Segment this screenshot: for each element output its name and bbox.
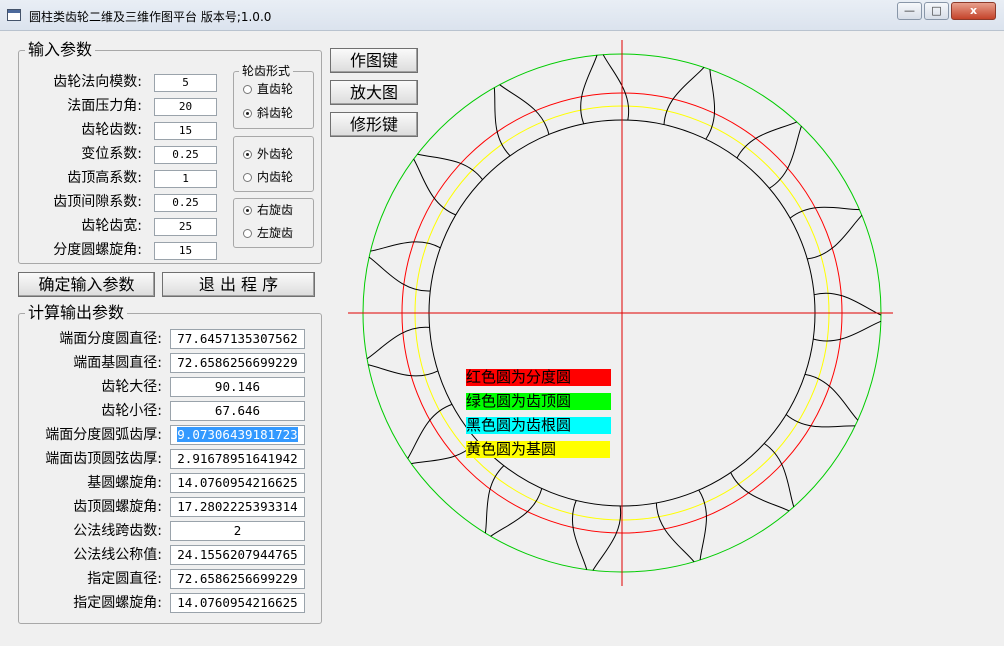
radio-helical[interactable]: 斜齿轮 <box>243 106 293 120</box>
output-field-6[interactable]: 14.0760954216625 <box>170 473 305 493</box>
tooth-form-group <box>233 71 314 129</box>
legend-item-0: 红色圆为分度圆 <box>466 369 611 386</box>
gear-tooth <box>413 153 483 216</box>
radio-internal-dot[interactable] <box>243 173 252 182</box>
gear-tooth <box>571 500 622 571</box>
input-label-3: 变位系数: <box>81 146 142 162</box>
output-field-9[interactable]: 24.1556207944765 <box>170 545 305 565</box>
output-value-2: 90.146 <box>214 379 261 394</box>
input-field-6[interactable]: 25 <box>154 218 217 236</box>
input-field-2[interactable]: 15 <box>154 122 217 140</box>
input-label-6: 齿轮齿宽: <box>81 218 142 234</box>
radio-external-label: 外齿轮 <box>257 147 294 161</box>
output-value-4: 9.07306439181723 <box>177 427 298 442</box>
radio-external[interactable]: 外齿轮 <box>243 147 293 161</box>
output-label-11: 指定圆螺旋角: <box>73 595 162 611</box>
output-field-4[interactable]: 9.07306439181723 <box>170 425 305 445</box>
close-button[interactable]: x <box>951 2 996 20</box>
exit-program-button[interactable]: 退 出 程 序 <box>162 272 315 297</box>
title-bar: 圆柱类齿轮二维及三维作图平台 版本号;1.0.0 — □ x <box>0 0 1004 31</box>
radio-internal[interactable]: 内齿轮 <box>243 170 293 184</box>
legend-item-1: 绿色圆为齿顶圆 <box>466 393 611 410</box>
gear-tooth <box>785 373 859 428</box>
maximize-button[interactable]: □ <box>924 2 949 20</box>
gear-tooth <box>813 292 882 342</box>
radio-right-hand[interactable]: 右旋齿 <box>243 203 293 217</box>
output-field-10[interactable]: 72.6586256699229 <box>170 569 305 589</box>
output-field-8[interactable]: 2 <box>170 521 305 541</box>
output-label-0: 端面分度圆直径: <box>59 331 162 347</box>
gear-tooth <box>580 54 630 124</box>
output-value-9: 24.1556207944765 <box>177 547 298 562</box>
input-field-3[interactable]: 0.25 <box>154 146 217 164</box>
output-value-3: 67.646 <box>214 403 261 418</box>
radio-helical-label: 斜齿轮 <box>257 106 294 120</box>
radio-straight-label: 直齿轮 <box>257 82 294 96</box>
input-field-1[interactable]: 20 <box>154 98 217 116</box>
output-label-6: 基圆螺旋角: <box>87 475 162 491</box>
radio-straight-dot[interactable] <box>243 85 252 94</box>
output-label-5: 端面齿顶圆弦齿厚: <box>45 451 162 467</box>
input-field-5[interactable]: 0.25 <box>154 194 217 212</box>
output-field-11[interactable]: 14.0760954216625 <box>170 593 305 613</box>
output-label-1: 端面基圆直径: <box>73 355 162 371</box>
output-label-8: 公法线跨齿数: <box>73 523 162 539</box>
input-field-4[interactable]: 1 <box>154 170 217 188</box>
output-value-0: 77.6457135307562 <box>177 331 298 346</box>
gear-tooth <box>366 326 439 377</box>
tooth-form-title: 轮齿形式 <box>239 64 294 78</box>
output-field-1[interactable]: 72.6586256699229 <box>170 353 305 373</box>
radio-left-label: 左旋齿 <box>257 226 294 240</box>
output-label-10: 指定圆直径: <box>87 571 162 587</box>
confirm-input-button[interactable]: 确定输入参数 <box>18 272 155 297</box>
input-group-title: 输入参数 <box>25 41 96 59</box>
output-label-3: 齿轮小径: <box>101 403 162 419</box>
output-group-title: 计算输出参数 <box>25 304 128 322</box>
output-value-5: 2.91678951641942 <box>177 451 298 466</box>
window-title: 圆柱类齿轮二维及三维作图平台 版本号;1.0.0 <box>29 10 272 24</box>
app-icon <box>7 9 21 21</box>
input-label-7: 分度圆螺旋角: <box>53 242 142 258</box>
input-label-1: 法面压力角: <box>67 98 142 114</box>
output-label-9: 公法线公称值: <box>73 547 162 563</box>
gear-tooth <box>655 489 707 563</box>
output-label-4: 端面分度圆弧齿厚: <box>45 427 162 443</box>
radio-helical-dot[interactable] <box>243 109 252 118</box>
radio-straight[interactable]: 直齿轮 <box>243 82 293 96</box>
output-field-0[interactable]: 77.6457135307562 <box>170 329 305 349</box>
gear-drawing <box>348 40 893 586</box>
output-value-11: 14.0760954216625 <box>177 595 298 610</box>
gear-tooth <box>730 443 795 512</box>
radio-right-dot[interactable] <box>243 206 252 215</box>
minimize-button[interactable]: — <box>897 2 922 20</box>
output-field-2[interactable]: 90.146 <box>170 377 305 397</box>
legend-item-3: 黄色圆为基圆 <box>466 441 610 458</box>
radio-internal-label: 内齿轮 <box>257 170 294 184</box>
input-label-2: 齿轮齿数: <box>81 122 142 138</box>
output-value-8: 2 <box>233 523 242 538</box>
radio-right-label: 右旋齿 <box>257 203 294 217</box>
legend-item-2: 黑色圆为齿根圆 <box>466 417 611 434</box>
output-value-1: 72.6586256699229 <box>177 355 298 370</box>
input-label-4: 齿顶高系数: <box>67 170 142 186</box>
input-label-5: 齿顶间隙系数: <box>53 194 142 210</box>
output-label-2: 齿轮大径: <box>101 379 162 395</box>
output-field-7[interactable]: 17.2802225393314 <box>170 497 305 517</box>
gear-tooth <box>368 241 441 292</box>
output-value-6: 14.0760954216625 <box>177 475 298 490</box>
radio-left-dot[interactable] <box>243 229 252 238</box>
input-label-0: 齿轮法向模数: <box>53 74 142 90</box>
output-label-7: 齿顶圆螺旋角: <box>73 499 162 515</box>
radio-external-dot[interactable] <box>243 150 252 159</box>
output-field-3[interactable]: 67.646 <box>170 401 305 421</box>
gear-tooth <box>789 206 863 260</box>
input-field-7[interactable]: 15 <box>154 242 217 260</box>
output-value-7: 17.2802225393314 <box>177 499 298 514</box>
gear-tooth <box>493 84 550 157</box>
input-field-0[interactable]: 5 <box>154 74 217 92</box>
output-field-5[interactable]: 2.91678951641942 <box>170 449 305 469</box>
output-value-10: 72.6586256699229 <box>177 571 298 586</box>
radio-left-hand[interactable]: 左旋齿 <box>243 226 293 240</box>
